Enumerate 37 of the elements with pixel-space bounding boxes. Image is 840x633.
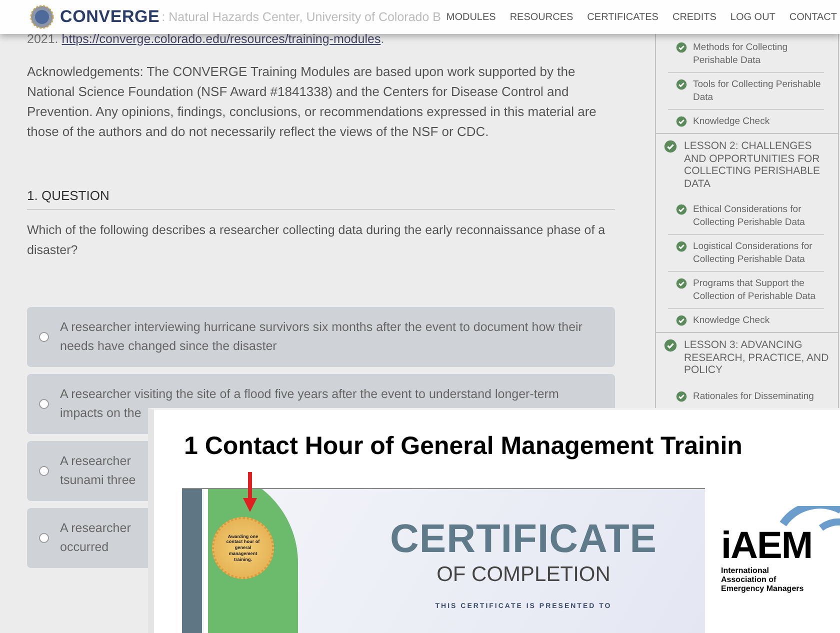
sidebar-item[interactable]: Programs that Support the Collection of Perishable Data bbox=[668, 272, 824, 309]
answer-text: A researcher interviewing hurricane survivors six months after the event to document how their needs have changed since the disaster bbox=[60, 319, 582, 355]
nav-link[interactable]: CERTIFICATES bbox=[587, 12, 658, 22]
nav-link[interactable]: MODULES bbox=[446, 12, 496, 22]
citation-link[interactable]: https://converge.colorado.edu/resources/training-modules bbox=[62, 32, 381, 46]
sidebar-item[interactable]: Knowledge Check bbox=[668, 110, 824, 134]
globe-logo-icon bbox=[30, 5, 54, 29]
answer-text: A researcher occurred bbox=[60, 520, 131, 556]
nav-link[interactable]: CREDITS bbox=[672, 12, 716, 22]
logo-wordmark[interactable]: CONVERGE bbox=[60, 7, 160, 27]
radio-button[interactable] bbox=[39, 533, 49, 543]
arrow-icon bbox=[242, 472, 258, 512]
preview-title: 1 Contact Hour of General Management Trainin bbox=[184, 432, 744, 461]
sidebar-item[interactable]: LESSON 2: CHALLENGES AND OPPORTUNITIES FOR COLLECTING PERISHABLE DATA bbox=[656, 133, 838, 198]
radio-button[interactable] bbox=[39, 466, 49, 476]
radio-button[interactable] bbox=[39, 399, 49, 409]
nav-link[interactable]: CONTACT bbox=[789, 12, 837, 22]
sidebar-item[interactable]: Ethical Considerations for Collecting Perishable Data bbox=[668, 198, 824, 235]
answer-option[interactable]: A researcher interviewing hurricane survivors six months after the event to document how their needs have changed since the disaster bbox=[27, 307, 615, 367]
sidebar-item[interactable]: Tools for Collecting Perishable Data bbox=[668, 73, 824, 110]
sidebar-item[interactable]: LESSON 3: ADVANCING RESEARCH, PRACTICE, AND POLICY bbox=[656, 332, 838, 384]
citation-text: 2021. https://converge.colorado.edu/resources/training-modules. bbox=[27, 32, 386, 46]
answer-text: A researcher tsunami three bbox=[60, 453, 136, 489]
sidebar-item[interactable]: Logistical Considerations for Collecting Perishable Data bbox=[668, 235, 824, 272]
nav-link[interactable]: RESOURCES bbox=[510, 12, 574, 22]
answer-text: A researcher visiting the site of a flood five years after the event to understand longer-term impacts on the bbox=[60, 386, 559, 422]
iaem-logo: iAEM International Association of Emergency Managers bbox=[721, 506, 840, 606]
nav-link[interactable]: LOG OUT bbox=[730, 12, 776, 22]
sidebar-item[interactable]: Methods for Collecting Perishable Data bbox=[668, 36, 824, 73]
question-heading: 1. QUESTION bbox=[27, 188, 615, 210]
question-text: Which of the following describes a researcher collecting data during the early reconnaissance phase of a disaster? bbox=[27, 222, 606, 259]
certificate-heading: CERTIFICATE bbox=[389, 517, 658, 561]
radio-button[interactable] bbox=[39, 332, 49, 342]
acknowledgements-text: Acknowledgements: The CONVERGE Training Modules are based upon work supported by the National Science Foundation (NSF Award #1841338) and the Centers for Disease Control and Prevention. Any opinions, findings, conclusions, or recommendations expressed in this material are those of the authors and do not necessarily reflect the views of the NSF or CDC. bbox=[27, 63, 598, 141]
certificate-subheading: OF COMPLETION bbox=[436, 563, 612, 587]
citation-text: : Natural Hazards Center, University of Colorado B bbox=[162, 10, 441, 24]
sidebar-item[interactable]: Knowledge Check bbox=[668, 309, 824, 333]
